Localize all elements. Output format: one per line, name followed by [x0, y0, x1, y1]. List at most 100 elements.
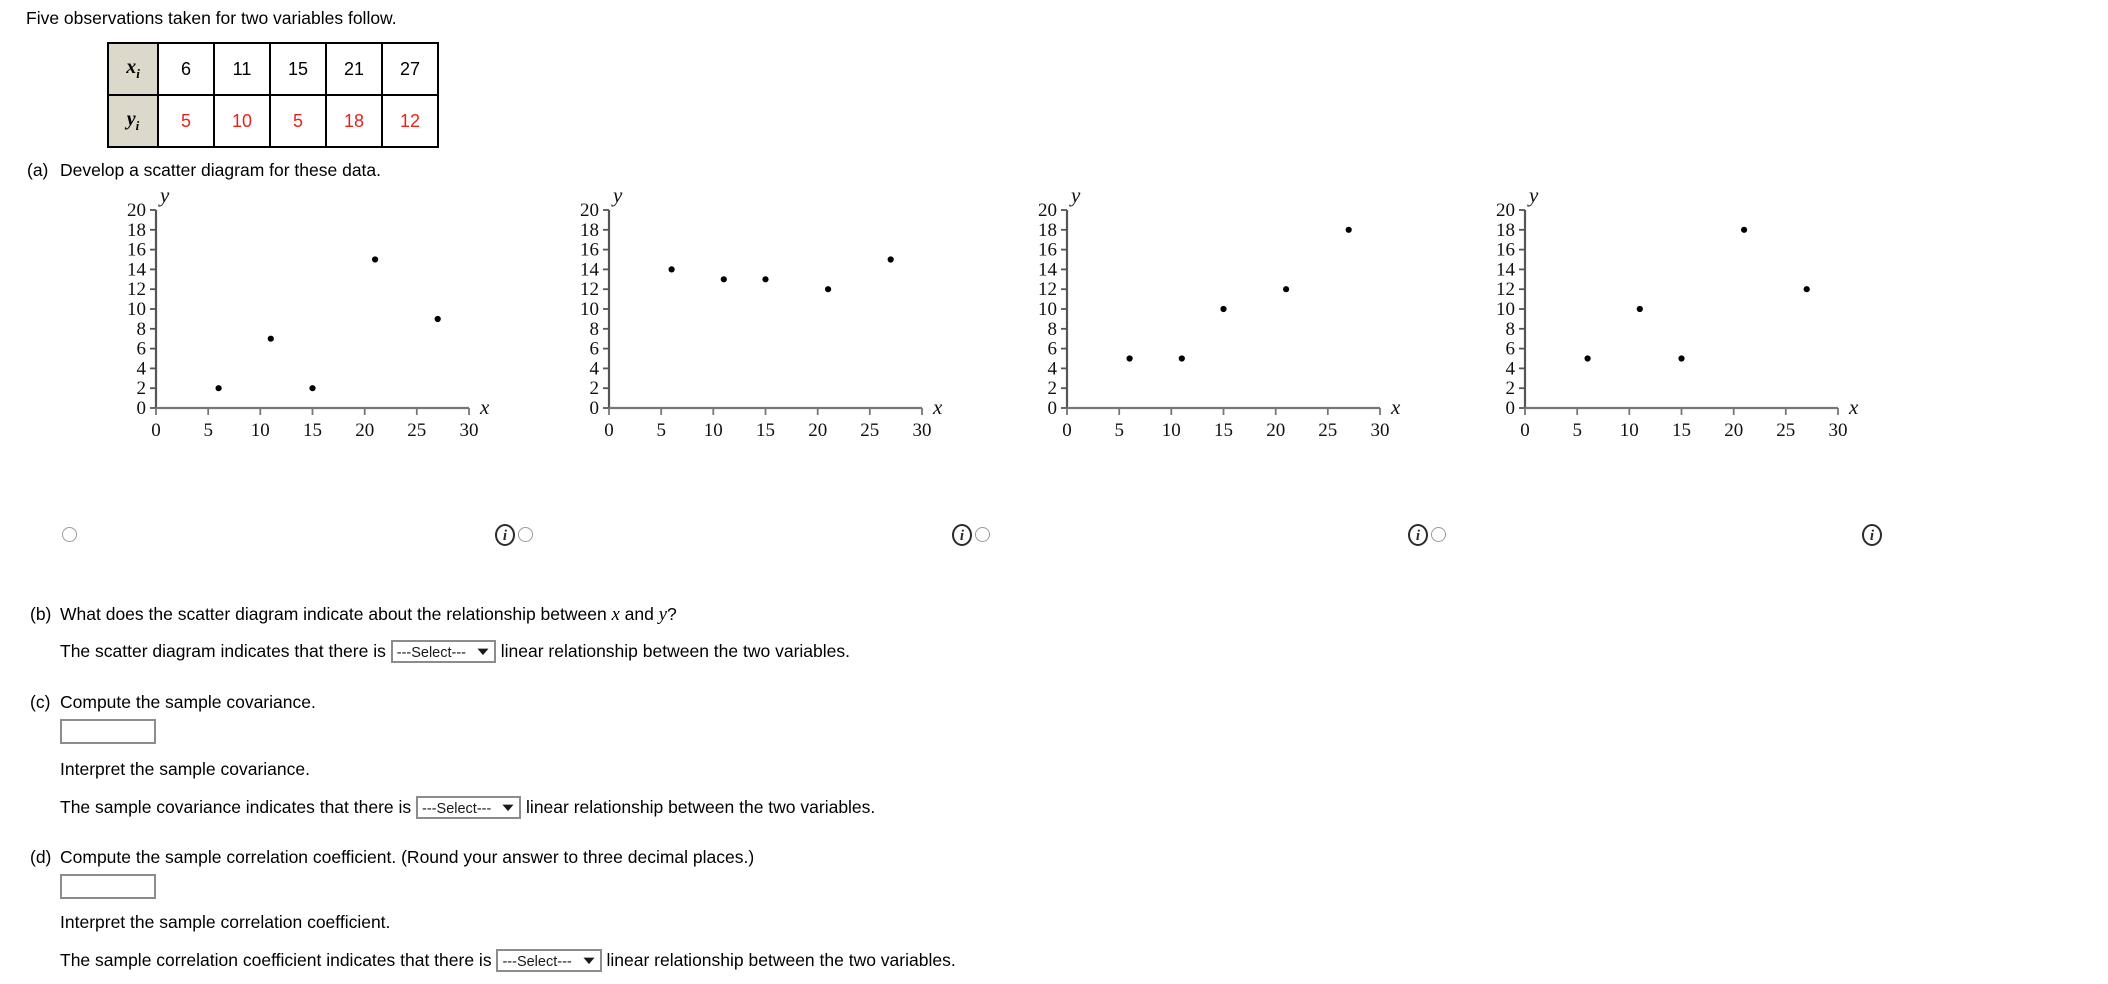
part-d-select-label: ---Select---: [502, 954, 572, 970]
svg-text:12: 12: [580, 279, 599, 300]
cell-x-1: 11: [213, 42, 271, 96]
svg-text:8: 8: [137, 319, 147, 340]
svg-text:5: 5: [203, 420, 213, 441]
part-b-question-post: ?: [666, 604, 677, 624]
observations-table: xi 6 11 15 21 27 yi 5 10 5 18 12: [107, 42, 439, 148]
part-b-answer-pre: The scatter diagram indicates that there…: [60, 641, 386, 662]
x-axis-label-2: x: [932, 395, 943, 419]
part-d-select[interactable]: ---Select--- ▼: [496, 949, 602, 972]
svg-text:25: 25: [860, 420, 879, 441]
svg-text:6: 6: [1506, 339, 1516, 360]
part-d-interpret: Interpret the sample correlation coeffic…: [60, 912, 391, 932]
data-points-1: [215, 256, 441, 392]
svg-text:30: 30: [913, 420, 932, 441]
svg-text:25: 25: [1776, 420, 1795, 441]
intro-text: Five observations taken for two variable…: [26, 8, 397, 28]
svg-text:10: 10: [1038, 299, 1057, 320]
option-radio-3[interactable]: [975, 527, 990, 542]
y-axis-label-1: y: [158, 186, 170, 207]
svg-text:15: 15: [756, 420, 775, 441]
cell-y-4: 12: [381, 94, 439, 148]
svg-text:10: 10: [1496, 299, 1515, 320]
part-c-select[interactable]: ---Select--- ▼: [416, 796, 522, 819]
option-radio-4[interactable]: [1431, 527, 1446, 542]
svg-text:10: 10: [1162, 420, 1181, 441]
part-d-answer-line: The sample correlation coefficient indic…: [60, 949, 956, 973]
svg-text:5: 5: [1114, 420, 1124, 441]
cell-y-1: 10: [213, 94, 271, 148]
svg-text:6: 6: [137, 339, 147, 360]
x-axis-label-1: x: [479, 395, 490, 419]
info-icon-3[interactable]: i: [1408, 524, 1428, 546]
svg-text:4: 4: [1506, 358, 1516, 379]
svg-text:30: 30: [1371, 420, 1390, 441]
table-row-x: xi 6 11 15 21 27: [107, 42, 439, 96]
part-b-question-mid: and: [619, 604, 659, 624]
svg-text:12: 12: [127, 279, 146, 300]
part-b-select[interactable]: ---Select--- ▼: [390, 640, 496, 663]
option-radio-row: i i i i: [0, 515, 2108, 555]
svg-text:20: 20: [355, 420, 374, 441]
svg-text:20: 20: [1038, 200, 1057, 221]
y-axis-label-2: y: [611, 186, 623, 207]
part-d-tag: (d): [30, 847, 52, 867]
scatter-chart-3: 20 18 16 14 12 10 864 20 0 5 10 15 20 25 30 y x: [971, 186, 1421, 471]
info-icon-1[interactable]: i: [495, 524, 515, 546]
svg-text:4: 4: [590, 358, 600, 379]
svg-text:14: 14: [127, 259, 147, 280]
cell-x-0: 6: [157, 42, 215, 96]
cell-x-4: 27: [381, 42, 439, 96]
svg-text:14: 14: [1496, 259, 1516, 280]
part-c-prompt: Compute the sample covariance.: [60, 692, 316, 712]
svg-text:12: 12: [1496, 279, 1515, 300]
svg-text:0: 0: [1048, 398, 1058, 419]
part-c-answer-input[interactable]: [60, 719, 156, 744]
svg-text:0: 0: [1506, 398, 1516, 419]
info-icon-2[interactable]: i: [952, 524, 972, 546]
cell-x-2: 15: [269, 42, 327, 96]
scatter-chart-1: 20 18 16 14 12 10 864 20 0 5 10 15 20 25 30 y x: [60, 186, 510, 471]
chevron-down-icon: ▼: [579, 953, 599, 967]
scatter-svg-2: 201816 141210 864 20 0 5 10 15 20 25 30 y x: [580, 186, 943, 441]
x-axis-label-4: x: [1848, 395, 1859, 419]
svg-text:4: 4: [1048, 358, 1058, 379]
svg-text:20: 20: [1266, 420, 1285, 441]
svg-text:20: 20: [808, 420, 827, 441]
info-icon-4[interactable]: i: [1862, 524, 1882, 546]
scatter-chart-2: 20 18 16 14 12 10 864 20 0 5 10 15 20 25 30 y x: [513, 186, 963, 471]
part-d-answer-input[interactable]: [60, 874, 156, 899]
svg-text:10: 10: [251, 420, 270, 441]
svg-text:18: 18: [127, 220, 146, 241]
part-d-prompt: Compute the sample correlation coefficie…: [60, 847, 755, 867]
svg-text:10: 10: [704, 420, 723, 441]
svg-text:20: 20: [127, 200, 146, 221]
svg-text:14: 14: [1038, 259, 1058, 280]
part-c-answer-line: The sample covariance indicates that the…: [60, 796, 876, 820]
svg-text:15: 15: [1672, 420, 1691, 441]
scatter-chart-4: 20 18 16 14 12 10 864 20 0 5 10 15 20 25 30 y x: [1429, 186, 1879, 471]
option-radio-2[interactable]: [518, 527, 533, 542]
part-b-var-y: y: [658, 605, 667, 625]
part-c-answer-post: linear relationship between the two vari…: [526, 797, 876, 818]
part-c-tag: (c): [30, 692, 51, 712]
cell-y-3: 18: [325, 94, 383, 148]
svg-text:16: 16: [127, 240, 146, 261]
svg-text:0: 0: [1520, 420, 1530, 441]
data-points-3: [1126, 226, 1352, 362]
svg-text:10: 10: [580, 299, 599, 320]
option-radio-1[interactable]: [62, 527, 77, 542]
svg-text:18: 18: [1496, 220, 1515, 241]
svg-text:20: 20: [1724, 420, 1743, 441]
svg-text:2: 2: [590, 378, 600, 399]
svg-text:20: 20: [580, 200, 599, 221]
svg-text:15: 15: [303, 420, 322, 441]
svg-text:6: 6: [1048, 339, 1058, 360]
svg-text:25: 25: [407, 420, 426, 441]
scatter-svg-3: 201816 141210 864 20 0 5 10 15 20 25 30 y x: [1038, 186, 1401, 441]
data-points-2: [668, 256, 894, 293]
scatter-options-row: 20 18 16 14 12 10 864 20 0 5 10 15 20 25 30 y x: [0, 186, 2108, 476]
part-b-question: What does the scatter diagram indicate a…: [60, 604, 677, 626]
cell-y-2: 5: [269, 94, 327, 148]
row-header-y: yi: [107, 94, 159, 148]
cell-x-3: 21: [325, 42, 383, 96]
